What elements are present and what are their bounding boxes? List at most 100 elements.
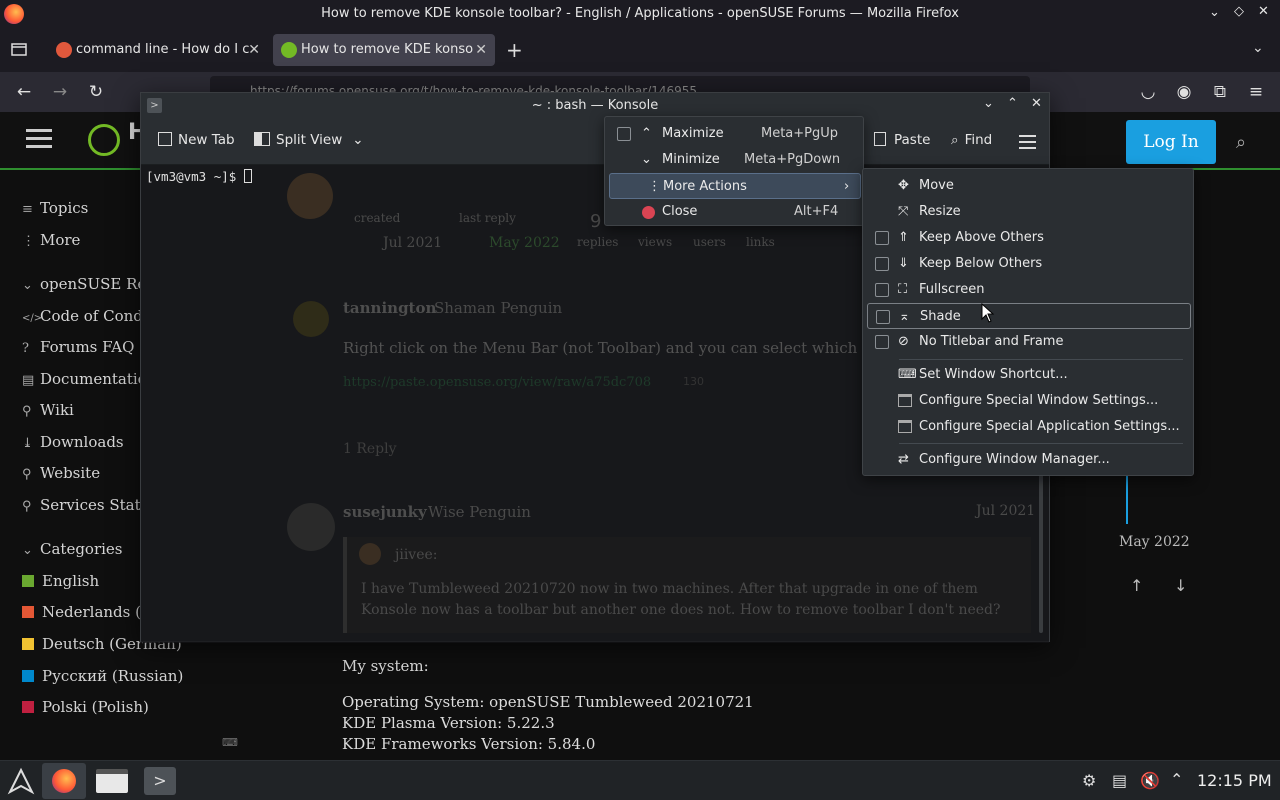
sidebar-item-wiki[interactable]: ⚲ Wiki: [22, 401, 74, 419]
clipboard-icon[interactable]: ▤: [1112, 771, 1127, 790]
application-launcher-icon[interactable]: [7, 767, 35, 795]
list-all-tabs-icon[interactable]: ⌄: [1252, 40, 1264, 56]
split-view-button[interactable]: Split View ⌄: [254, 132, 364, 148]
checkbox[interactable]: [875, 283, 889, 297]
menu-item-fullscreen[interactable]: ⛶ Fullscreen: [863, 277, 1193, 303]
replies-count: 9: [590, 211, 602, 232]
taskbar-konsole-icon[interactable]: >: [144, 767, 176, 795]
menu-item-keep-above[interactable]: ⇑ Keep Above Others: [863, 225, 1193, 251]
login-button[interactable]: Log In: [1126, 120, 1216, 164]
system-tray-expand-icon[interactable]: ⌃: [1170, 770, 1183, 789]
category-color-swatch: [22, 670, 34, 682]
back-icon[interactable]: ←: [14, 82, 34, 102]
prompt-text: [vm3@vm3 ~]$: [146, 169, 244, 184]
paste-button[interactable]: Paste: [874, 132, 930, 148]
firefox-titlebar: How to remove KDE konsole toolbar? - Eng…: [0, 0, 1280, 28]
download-icon: ⤓: [22, 436, 33, 451]
quote-block: jiivee: I have Tumbleweed 20210720 now i…: [343, 537, 1031, 633]
reload-icon[interactable]: ↻: [86, 82, 106, 102]
post-link[interactable]: https://paste.opensuse.org/view/raw/a75d…: [343, 375, 651, 390]
hamburger-menu-icon[interactable]: [1019, 135, 1036, 149]
tab-konsole-toolbar[interactable]: How to remove KDE konso ✕: [273, 34, 495, 66]
menu-label: Keep Above Others: [919, 230, 1044, 245]
move-icon: ✥: [898, 178, 909, 193]
checkbox[interactable]: [875, 335, 889, 349]
chevron-down-icon[interactable]: ⌄: [1209, 5, 1220, 20]
resize-icon: ⤧: [898, 204, 909, 219]
menu-item-move[interactable]: ✥ Move: [863, 173, 1193, 199]
checkbox[interactable]: [875, 231, 889, 245]
maximize-icon: ⌃: [641, 126, 652, 141]
maximize-icon[interactable]: ⌃: [1007, 96, 1018, 111]
find-button[interactable]: ⌕ Find: [951, 132, 992, 148]
hamburger-icon[interactable]: [26, 128, 52, 150]
menu-item-no-titlebar[interactable]: ⊘ No Titlebar and Frame: [863, 329, 1193, 355]
menu-item-resize[interactable]: ⤧ Resize: [863, 199, 1193, 225]
tab-list-icon[interactable]: [10, 40, 28, 58]
taskbar-firefox[interactable]: [42, 763, 86, 799]
new-tab-button[interactable]: New Tab: [158, 132, 235, 148]
keyboard-icon[interactable]: ⌨: [222, 736, 238, 749]
menu-icon[interactable]: ≡: [1246, 82, 1266, 102]
arrow-up-icon[interactable]: ↑: [1130, 576, 1143, 595]
timeline-bar[interactable]: [1126, 476, 1128, 524]
close-window-icon[interactable]: ✕: [1258, 4, 1269, 19]
menu-item-shade[interactable]: ⌅ Shade: [867, 303, 1191, 329]
new-tab-button[interactable]: +: [506, 38, 523, 62]
taskbar-file-manager-icon[interactable]: [96, 769, 128, 793]
sidebar-item-forums-faq[interactable]: ? Forums FAQ: [22, 338, 134, 356]
menu-item-window-shortcut[interactable]: ⌨ Set Window Shortcut...: [863, 362, 1193, 388]
close-icon[interactable]: ✕: [1031, 96, 1042, 111]
sidebar-item-more[interactable]: ⋮ More: [22, 231, 80, 249]
button-label: Find: [964, 132, 993, 148]
volume-muted-icon[interactable]: 🔇: [1140, 771, 1160, 790]
sidebar-item-documentation[interactable]: ▤ Documentation: [22, 370, 156, 388]
opensuse-logo-icon[interactable]: [88, 124, 120, 156]
sidebar-label: English: [42, 572, 100, 590]
sidebar-category-polish[interactable]: Polski (Polish): [22, 698, 149, 716]
konsole-titlebar[interactable]: > ~ : bash — Konsole ⌄ ⌃ ✕: [141, 93, 1049, 119]
menu-item-configure-wm[interactable]: ⇄ Configure Window Manager...: [863, 447, 1193, 473]
menu-item-special-window-settings[interactable]: Configure Special Window Settings...: [863, 388, 1193, 414]
system-settings-icon[interactable]: ⚙: [1082, 771, 1096, 790]
keep-above-icon[interactable]: ◇: [1234, 4, 1244, 19]
shade-icon: ⌅: [899, 309, 910, 324]
sidebar-category-russian[interactable]: Русский (Russian): [22, 667, 183, 685]
menu-item-special-app-settings[interactable]: Configure Special Application Settings..…: [863, 414, 1193, 440]
opensuse-favicon-icon: [281, 42, 297, 58]
sidebar-category-english[interactable]: English: [22, 572, 99, 590]
post-username[interactable]: tannington: [343, 299, 436, 317]
replies-toggle[interactable]: 1 Reply: [343, 441, 397, 457]
search-icon[interactable]: ⌕: [1236, 132, 1246, 153]
post-body-line: KDE Frameworks Version: 5.84.0: [342, 735, 596, 753]
tab-command-line[interactable]: command line - How do I c ✕: [48, 34, 268, 66]
pocket-icon[interactable]: ◡: [1138, 82, 1158, 102]
sidebar-item-downloads[interactable]: ⤓ Downloads: [22, 433, 124, 451]
tab-close-icon[interactable]: ✕: [248, 34, 260, 66]
menu-item-more-actions[interactable]: ⋮ More Actions ›: [609, 173, 861, 199]
sidebar-label: Русский (Russian): [42, 667, 184, 685]
sidebar-label: Wiki: [40, 401, 74, 419]
forward-icon[interactable]: →: [50, 82, 70, 102]
checkbox[interactable]: [876, 310, 890, 324]
sidebar-item-topics[interactable]: ≡ Topics: [22, 199, 88, 217]
minimize-icon[interactable]: ⌄: [983, 96, 994, 111]
more-icon: ⋮: [22, 234, 35, 249]
checkbox[interactable]: [875, 257, 889, 271]
clock[interactable]: 12:15 PM: [1197, 771, 1272, 790]
menu-item-minimize[interactable]: ⌄ Minimize Meta+PgDown: [605, 147, 863, 173]
category-color-swatch: [22, 638, 34, 650]
menu-label: Configure Window Manager...: [919, 452, 1110, 467]
post-username[interactable]: susejunky: [343, 503, 427, 521]
extensions-icon[interactable]: ⧉: [1210, 82, 1230, 102]
menu-item-close[interactable]: Close Alt+F4: [605, 199, 863, 225]
sidebar-section-categories[interactable]: ⌄ Categories: [22, 540, 123, 558]
quote-text: I have Tumbleweed 20210720 now in two ma…: [361, 581, 978, 597]
account-icon[interactable]: ◉: [1174, 82, 1194, 102]
sidebar-item-website[interactable]: ⚲ Website: [22, 464, 100, 482]
tab-close-icon[interactable]: ✕: [475, 34, 487, 66]
menu-item-keep-below[interactable]: ⇓ Keep Below Others: [863, 251, 1193, 277]
menu-item-maximize[interactable]: ⌃ Maximize Meta+PgUp: [605, 121, 863, 147]
arrow-down-icon[interactable]: ↓: [1174, 576, 1187, 595]
checkbox[interactable]: [617, 127, 631, 141]
